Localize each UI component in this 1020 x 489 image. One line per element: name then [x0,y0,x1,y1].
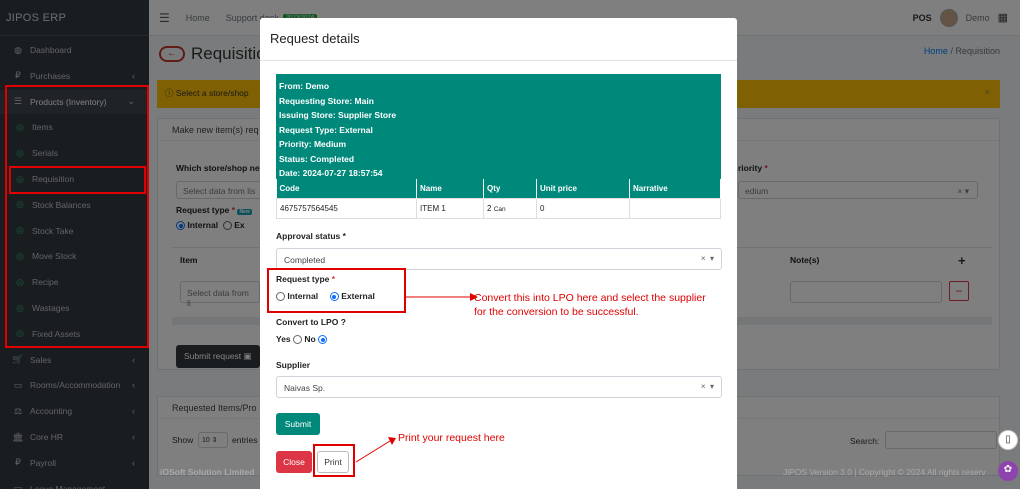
annotation-box-request-type [267,268,406,313]
cell-code: 4675757564545 [276,197,417,219]
supplier-select[interactable]: Naivas Sp. × ▾ [276,376,722,398]
info-status: Status: Completed [279,153,355,164]
select-clear-chevron-icon[interactable]: × ▾ [701,254,714,263]
approval-value: Completed [284,255,326,265]
annotation-arrow-lpo [406,293,478,301]
close-button[interactable]: Close [276,451,312,473]
annotation-lpo-line1: Convert this into LPO here and select th… [474,292,706,304]
info-from: From: Demo [279,81,330,91]
col-qty: Qty [483,179,537,198]
no-radio[interactable] [318,335,328,345]
cell-narrative [629,197,721,219]
yes-label: Yes [276,334,291,344]
annotation-arrow-print [355,437,396,463]
submit-button[interactable]: Submit [276,413,320,435]
qty-unit: Can [493,205,506,213]
annotation-box-print [313,444,355,477]
cell-qty: 2 Can [483,197,537,219]
footer-copyright: JiPOS Version 3.0 | Copyright © 2024 All… [783,467,986,477]
annotation-lpo-line2: for the conversion to be successful. [474,306,639,318]
info-issuing-store: Issuing Store: Supplier Store [279,110,397,120]
no-label: No [304,334,316,344]
table-row: 4675757564545 ITEM 1 2 Can 0 [276,197,721,219]
col-narrative: Narrative [629,179,721,198]
select-clear-chevron-icon[interactable]: × ▾ [701,382,714,391]
footer-company: iOSoft Solution Limited [160,467,255,477]
annotation-lpo-note: Convert this into LPO here and select th… [474,291,706,319]
info-requesting-store: Requesting Store: Main [279,95,374,106]
approval-label-text: Approval status [276,231,341,241]
approval-status-label: Approval status * [276,231,346,241]
cell-name: ITEM 1 [416,197,484,219]
supplier-label: Supplier [276,360,311,370]
info-priority: Priority: Medium [279,139,347,149]
annotation-box-requisition [9,166,146,194]
book-icon[interactable]: ▯ [998,430,1018,450]
modal-title: Request details [270,31,360,46]
annotation-print-note: Print your request here [398,432,505,444]
supplier-value: Naivas Sp. [284,383,326,393]
request-details-modal: Request details From: Demo Requesting St… [260,18,737,489]
convert-lpo-radios: Yes No [276,334,328,345]
convert-lpo-label: Convert to LPO ? [276,317,346,327]
approval-status-select[interactable]: Completed × ▾ [276,248,722,270]
info-request-type: Request Type: External [279,124,373,135]
col-unit-price: Unit price [536,179,630,198]
items-table: Code Name Qty Unit price Narrative 46757… [276,179,721,219]
qty-value: 2 [487,203,492,213]
yes-radio[interactable] [293,335,303,345]
cell-unit-price: 0 [536,197,630,219]
annotation-box-products [5,85,149,348]
col-name: Name [416,179,484,198]
col-code: Code [276,179,417,198]
assistant-icon[interactable]: ✿ [998,461,1018,481]
request-info-box: From: Demo Requesting Store: Main Issuin… [276,74,721,179]
